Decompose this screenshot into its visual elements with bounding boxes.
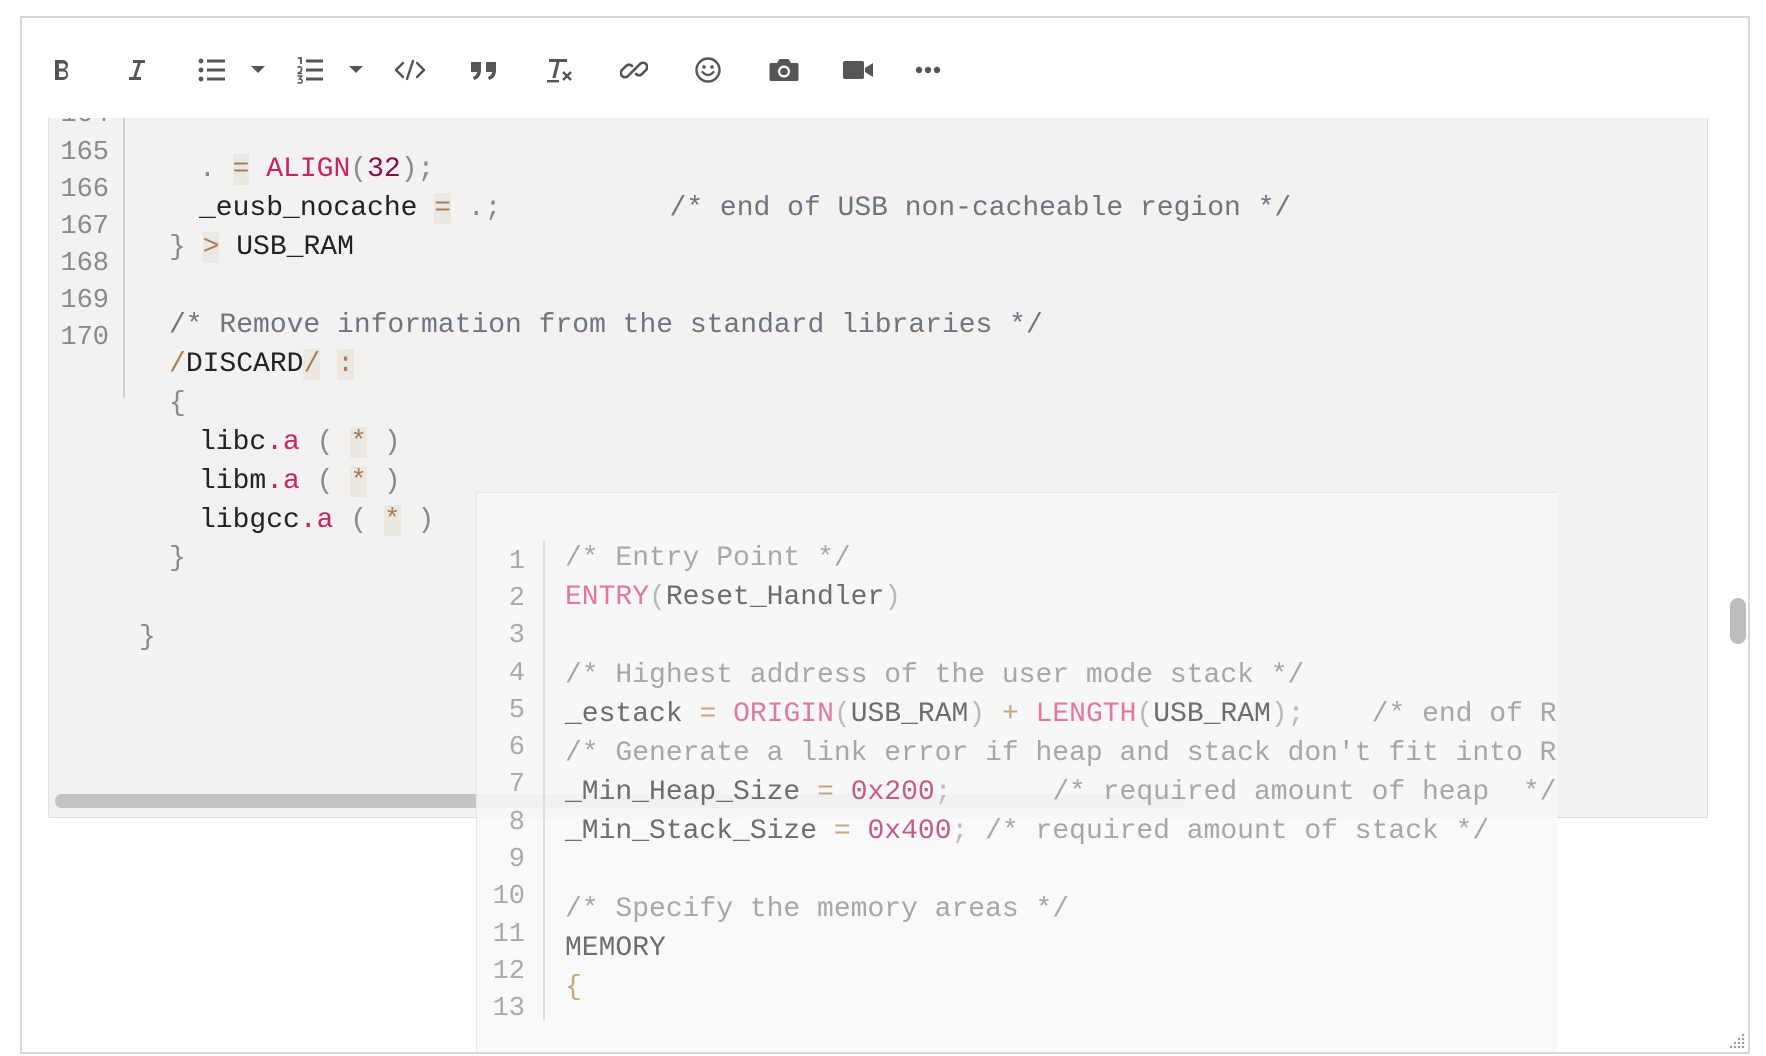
preview-code-line: _Min_Stack_Size = 0x400; /* required amo… [565,816,1490,847]
resize-handle-icon[interactable] [1728,1032,1746,1050]
preview-code-line: /* Highest address of the user mode stac… [565,660,1305,691]
code-line: libgcc.a ( * ) [199,505,435,536]
preview-code-line: /* Specify the memory areas */ [565,894,1070,925]
photo-button[interactable] [762,48,806,92]
video-button[interactable] [836,48,880,92]
clear-format-icon [547,59,572,83]
code-line: libc.a ( * ) [199,427,401,458]
bullet-list-icon [198,58,225,82]
numbered-list-button[interactable] [288,48,332,92]
camera-icon [769,59,799,81]
vertical-scrollbar-thumb[interactable] [1730,598,1746,644]
more-button[interactable] [906,48,950,92]
preview-gutter-divider [543,541,545,1021]
preview-code-line: /* Entry Point */ [565,543,851,574]
video-icon [843,61,873,79]
bullet-list-dropdown[interactable] [246,48,270,92]
code-line: /DISCARD/ : [169,349,354,380]
numbered-list-dropdown[interactable] [344,48,368,92]
preview-line-number: 5 [508,696,525,726]
preview-line-number: 4 [508,659,525,689]
preview-line-number: 11 [492,920,525,950]
formatting-toolbar [22,18,1748,118]
preview-line-number: 9 [508,845,525,875]
emoji-button[interactable] [686,48,730,92]
preview-line-number: 1 [508,547,525,577]
code-button[interactable] [388,48,432,92]
quote-icon [471,62,496,80]
clear-format-button[interactable] [538,48,582,92]
chevron-down-icon [251,66,265,73]
chevron-down-icon [349,66,363,73]
preview-code-line: { [565,972,582,1003]
preview-line-number: 10 [492,882,525,912]
rich-text-editor: 164 165 166 167 168 169 170 . = ALIGN(32… [20,16,1750,1054]
preview-code-line: _estack = ORIGIN(USB_RAM) + LENGTH(USB_R… [565,699,1557,730]
numbered-list-icon [297,57,323,84]
code-line: . = ALIGN(32); [199,154,435,185]
code-text[interactable]: . = ALIGN(32); _eusb_nocache = .; /* end… [49,118,1291,653]
emoji-icon [695,57,721,83]
bullet-list-button[interactable] [190,48,234,92]
preview-code-line: MEMORY [565,933,666,964]
bold-button[interactable] [40,48,84,92]
preview-line-number: 2 [508,584,525,614]
code-line: _eusb_nocache = .; /* end of USB non-cac… [199,193,1292,224]
preview-line-number: 7 [508,770,525,800]
link-icon [620,61,648,79]
code-line: } > USB_RAM [169,232,354,263]
code-line: libm.a ( * ) [199,466,401,497]
link-button[interactable] [612,48,656,92]
preview-line-number: 13 [492,994,525,1024]
bold-icon [55,59,69,80]
code-line: } [169,543,186,574]
preview-code-line: ENTRY(Reset_Handler) [565,582,902,613]
code-line: /* Remove information from the standard … [169,310,1043,341]
preview-line-number: 12 [492,957,525,987]
code-line: } [139,622,156,653]
preview-line-number: 8 [508,808,525,838]
preview-line-number: 6 [508,733,525,763]
code-icon [394,59,426,81]
preview-code-line: /* Generate a link error if heap and sta… [565,738,1557,769]
italic-icon [129,60,145,80]
drag-preview-code-block: 1 2 3 4 5 6 7 8 9 10 11 12 13 /* Entry P… [476,492,1557,1052]
code-line: { [169,388,186,419]
italic-button[interactable] [114,48,158,92]
editor-content-area[interactable]: 164 165 166 167 168 169 170 . = ALIGN(32… [22,118,1748,1052]
quote-button[interactable] [462,48,506,92]
more-icon [915,66,941,74]
preview-code-line: _Min_Heap_Size = 0x200; /* required amou… [565,777,1557,808]
preview-line-number: 3 [508,621,525,651]
